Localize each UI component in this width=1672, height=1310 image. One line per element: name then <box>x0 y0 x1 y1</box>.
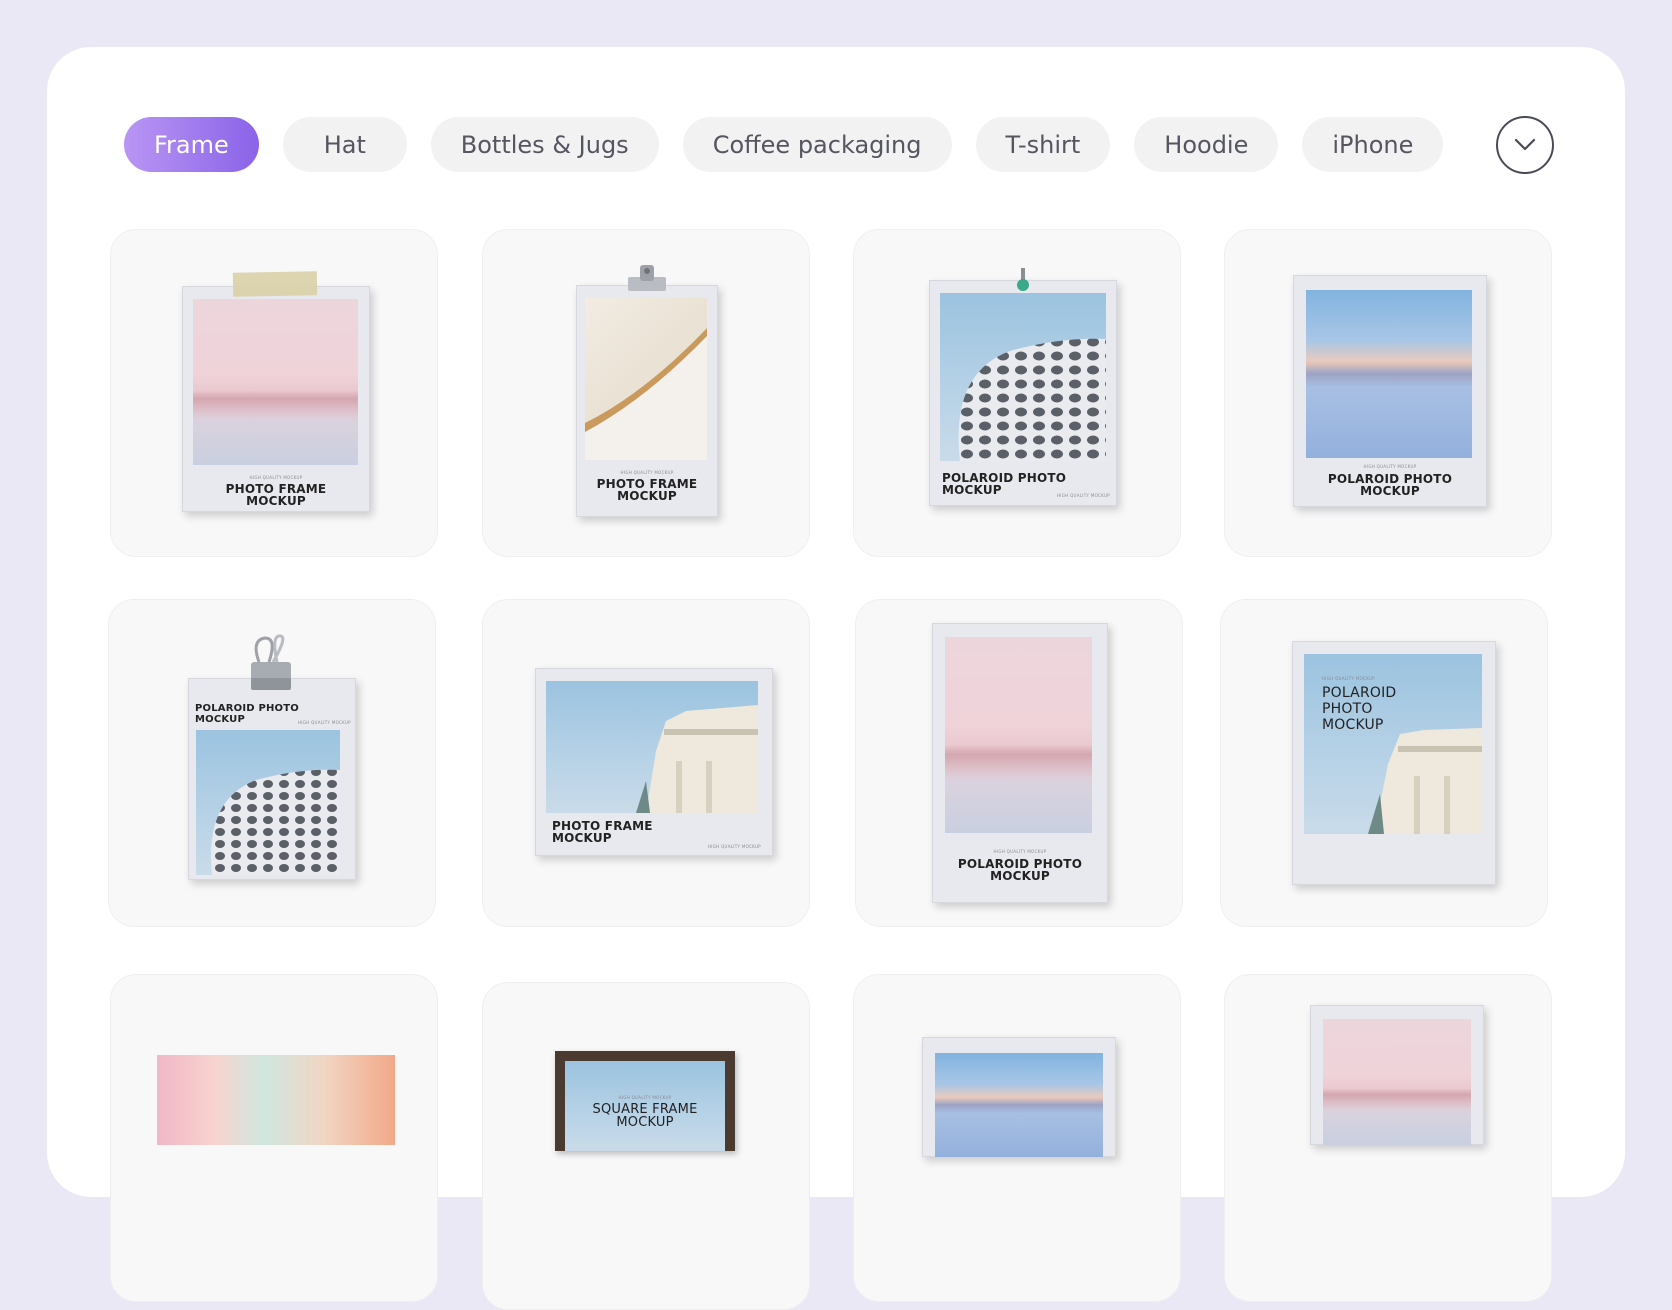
mockup-subtitle: HIGH QUALITY MOCKUP <box>1363 464 1417 469</box>
frame-photo <box>1323 1019 1471 1145</box>
building-graphic <box>210 769 340 875</box>
frame-photo <box>157 1055 395 1145</box>
frame-photo <box>546 681 758 813</box>
building-graphic <box>958 338 1106 461</box>
frame-photo: HIGH QUALITY MOCKUP SQUARE FRAME MOCKUP <box>565 1061 725 1151</box>
metal-clip-icon <box>628 265 666 291</box>
category-chip-coffee-packaging[interactable]: Coffee packaging <box>682 117 952 172</box>
mockup-card[interactable]: HIGH QUALITY MOCKUP SQUARE FRAME MOCKUP <box>482 982 810 1310</box>
mockup-card[interactable]: HIGH QUALITY MOCKUP POLAROID PHOTO MOCKU… <box>855 599 1183 927</box>
category-filter-bar: Frame Hat Bottles & Jugs Coffee packagin… <box>124 117 1444 172</box>
mockup-card[interactable]: HIGH QUALITY MOCKUP PHOTO FRAME MOCKUP <box>482 229 810 557</box>
polaroid-frame: HIGH QUALITY MOCKUP POLAROID PHOTO MOCKU… <box>932 623 1108 903</box>
frame-photo <box>1306 290 1472 458</box>
mockup-title: POLAROID PHOTO MOCKUP <box>195 703 299 725</box>
photo-frame: PHOTO FRAME MOCKUP HIGH QUALITY MOCKUP <box>535 668 773 856</box>
category-chip-frame[interactable]: Frame <box>124 117 259 172</box>
mockup-subtitle: HIGH QUALITY MOCKUP <box>1322 676 1375 681</box>
frame-photo <box>935 1053 1103 1157</box>
tape-strip <box>232 271 318 297</box>
mockup-title: PHOTO FRAME MOCKUP <box>225 482 327 508</box>
polaroid-frame: HIGH QUALITY MOCKUP POLAROID PHOTO MOCKU… <box>1292 641 1496 885</box>
mockup-title: POLAROID PHOTO MOCKUP <box>942 471 1067 497</box>
wood-frame: HIGH QUALITY MOCKUP SQUARE FRAME MOCKUP <box>555 1051 735 1151</box>
mockup-title: POLAROID PHOTO MOCKUP <box>1327 472 1453 498</box>
mockup-card[interactable] <box>853 974 1181 1302</box>
frame-photo <box>945 637 1092 833</box>
mockup-card[interactable]: HIGH QUALITY MOCKUP POLAROID PHOTO MOCKU… <box>1220 599 1548 927</box>
mockup-title: POLAROID PHOTO MOCKUP <box>1322 685 1397 733</box>
mockup-card[interactable]: POLAROID PHOTO MOCKUP HIGH QUALITY MOCKU… <box>108 599 436 927</box>
mockup-card[interactable] <box>1224 974 1552 1302</box>
polaroid-frame: HIGH QUALITY MOCKUP POLAROID PHOTO MOCKU… <box>1293 275 1487 507</box>
polaroid-frame: POLAROID PHOTO MOCKUP HIGH QUALITY MOCKU… <box>188 678 356 880</box>
mockup-subtitle: HIGH QUALITY MOCKUP <box>620 470 674 475</box>
mockup-subtitle: HIGH QUALITY MOCKUP <box>249 475 303 480</box>
mockup-title: SQUARE FRAME MOCKUP <box>592 1102 698 1130</box>
polaroid-frame <box>1310 1005 1484 1145</box>
polaroid-frame: POLAROID PHOTO MOCKUP HIGH QUALITY MOCKU… <box>929 280 1117 506</box>
category-chip-iphone[interactable]: iPhone <box>1302 117 1444 172</box>
frame-photo <box>196 730 340 875</box>
mockup-title: PHOTO FRAME MOCKUP <box>596 477 698 503</box>
frame-photo <box>940 293 1106 461</box>
mockup-card[interactable]: HIGH QUALITY MOCKUP PHOTO FRAME MOCKUP <box>110 229 438 557</box>
mockup-card[interactable]: HIGH QUALITY MOCKUP POLAROID PHOTO MOCKU… <box>1224 229 1552 557</box>
mockup-subtitle: HIGH QUALITY MOCKUP <box>993 849 1047 854</box>
mockup-title: POLAROID PHOTO MOCKUP <box>957 857 1083 883</box>
category-chip-bottles-jugs[interactable]: Bottles & Jugs <box>430 117 659 172</box>
category-chip-t-shirt[interactable]: T-shirt <box>975 117 1111 172</box>
mockup-card[interactable] <box>110 974 438 1302</box>
push-pin-icon <box>1017 268 1029 291</box>
binder-clip-icon <box>251 634 291 690</box>
mockup-card[interactable]: PHOTO FRAME MOCKUP HIGH QUALITY MOCKUP <box>482 599 810 927</box>
polaroid-frame <box>922 1037 1116 1157</box>
frame-photo <box>585 298 707 460</box>
classical-building-graphic <box>636 705 758 813</box>
mockup-subtitle: HIGH QUALITY MOCKUP <box>298 720 351 725</box>
more-categories-button[interactable] <box>1496 116 1554 174</box>
photo-frame: HIGH QUALITY MOCKUP PHOTO FRAME MOCKUP <box>576 285 718 517</box>
mockup-title: PHOTO FRAME MOCKUP <box>552 819 653 845</box>
chevron-down-icon <box>1514 138 1536 151</box>
frame-photo <box>1304 654 1482 834</box>
mockup-subtitle: HIGH QUALITY MOCKUP <box>708 844 761 849</box>
mockup-subtitle: HIGH QUALITY MOCKUP <box>618 1095 672 1100</box>
classical-building-graphic <box>1368 728 1482 834</box>
category-chip-hoodie[interactable]: Hoodie <box>1134 117 1279 172</box>
mockup-subtitle: HIGH QUALITY MOCKUP <box>1057 493 1110 498</box>
mockup-card[interactable]: POLAROID PHOTO MOCKUP HIGH QUALITY MOCKU… <box>853 229 1181 557</box>
category-chip-hat[interactable]: Hat <box>282 117 407 172</box>
frame-photo <box>193 299 358 465</box>
photo-frame: HIGH QUALITY MOCKUP PHOTO FRAME MOCKUP <box>182 286 370 512</box>
curved-wall-graphic <box>585 328 707 460</box>
